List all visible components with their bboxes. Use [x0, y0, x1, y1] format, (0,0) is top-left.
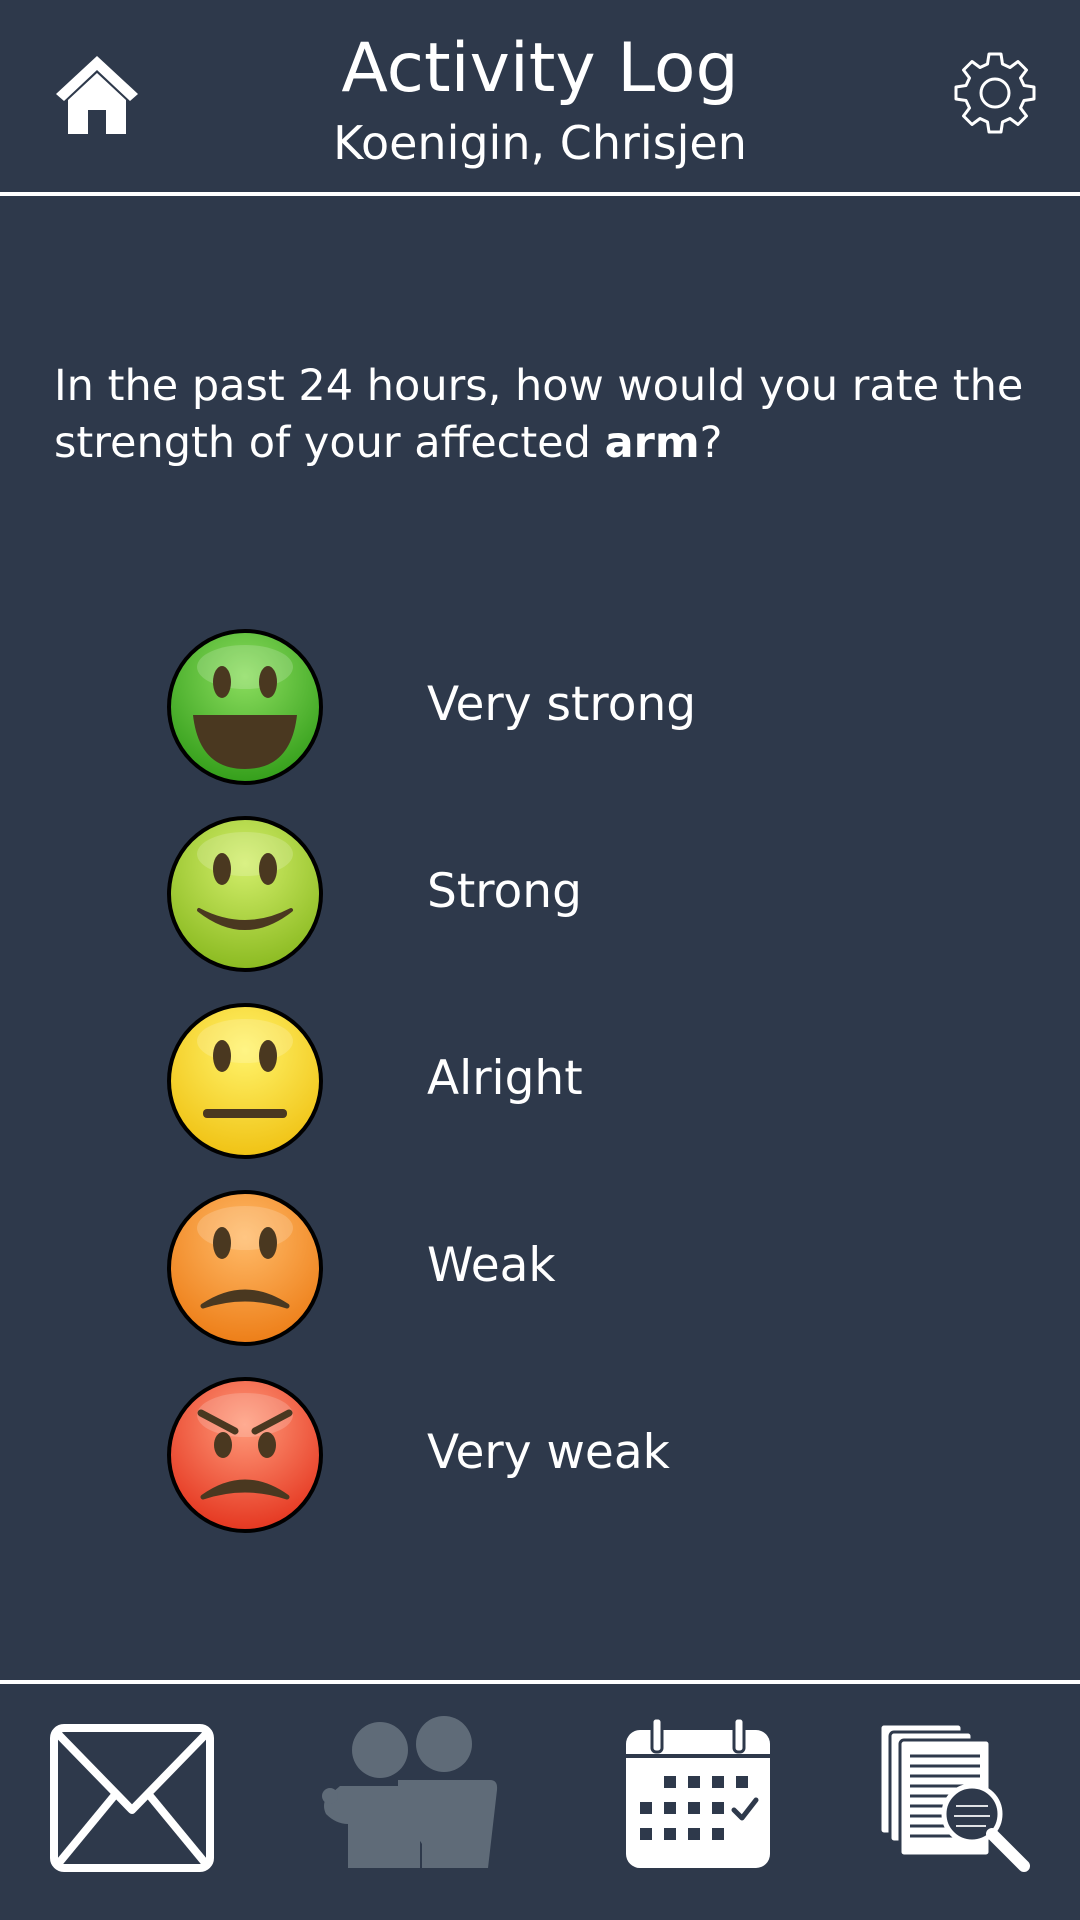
question-suffix: ? — [699, 418, 723, 468]
documents-search-icon — [878, 1722, 1030, 1872]
people-icon — [322, 1716, 498, 1868]
option-label: Alright — [427, 1051, 583, 1106]
angry-face-icon — [167, 1377, 323, 1533]
option-label: Very weak — [427, 1425, 670, 1480]
option-weak[interactable]: Weak — [165, 1188, 865, 1348]
bottom-nav — [0, 1684, 1080, 1920]
patient-name: Koenigin, Chrisjen — [333, 116, 747, 170]
option-label: Weak — [427, 1238, 556, 1293]
option-label: Very strong — [427, 677, 697, 732]
question-emphasis: arm — [604, 418, 700, 468]
question-text: In the past 24 hours, how would you rate… — [54, 358, 1044, 472]
option-very-weak[interactable]: Very weak — [165, 1375, 865, 1535]
header-bar: Activity Log Koenigin, Chrisjen — [0, 0, 1080, 195]
page-title: Activity Log — [341, 29, 739, 108]
neutral-face-icon — [167, 1003, 323, 1159]
nav-calendar[interactable] — [624, 1716, 772, 1874]
nav-reports[interactable] — [876, 1720, 1036, 1884]
settings-button[interactable] — [952, 50, 1038, 136]
option-very-strong[interactable]: Very strong — [165, 627, 865, 787]
question-prefix: In the past 24 hours, how would you rate… — [54, 361, 1024, 468]
option-alright[interactable]: Alright — [165, 1001, 865, 1161]
nav-messages[interactable] — [50, 1724, 214, 1876]
calendar-icon — [624, 1716, 772, 1868]
option-label: Strong — [427, 864, 582, 919]
mail-icon — [50, 1724, 214, 1872]
option-strong[interactable]: Strong — [165, 814, 865, 974]
header-divider — [0, 192, 1080, 196]
happy-face-icon — [167, 816, 323, 972]
sad-face-icon — [167, 1190, 323, 1346]
gear-icon — [954, 52, 1036, 134]
very-happy-face-icon — [167, 629, 323, 785]
nav-people[interactable] — [322, 1714, 498, 1878]
